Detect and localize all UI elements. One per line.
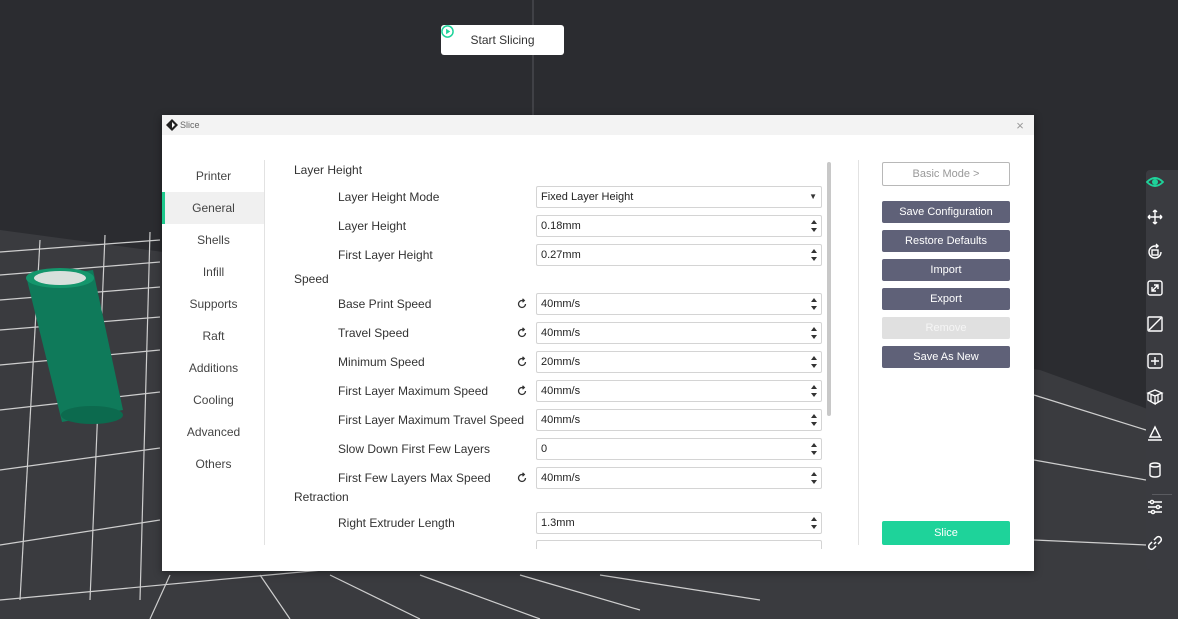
spinner-arrows-icon[interactable]	[811, 516, 817, 530]
nav-item-printer[interactable]: Printer	[162, 160, 265, 192]
reset-icon[interactable]	[516, 327, 528, 339]
base-print-speed-input[interactable]: 40mm/s	[536, 293, 822, 315]
first-layer-height-label: First Layer Height	[338, 248, 433, 262]
lay-flat-icon[interactable]	[1146, 425, 1178, 453]
eye-icon[interactable]	[1146, 173, 1178, 201]
nav-item-shells[interactable]: Shells	[162, 224, 265, 256]
layer-height-value: 0.18mm	[541, 220, 581, 232]
travel-speed-label: Travel Speed	[338, 326, 409, 340]
nav-item-infill[interactable]: Infill	[162, 256, 265, 288]
move-icon[interactable]	[1146, 208, 1178, 236]
right-toolbar	[1146, 170, 1178, 570]
reset-icon[interactable]	[516, 472, 528, 484]
spinner-arrows-icon[interactable]	[811, 413, 817, 427]
nav-divider	[264, 160, 265, 545]
spinner-arrows-icon[interactable]	[811, 471, 817, 485]
minimum-speed-value: 20mm/s	[541, 356, 581, 368]
chevron-down-icon: ▼	[809, 192, 817, 201]
nav-item-cooling[interactable]: Cooling	[162, 384, 265, 416]
play-icon	[441, 25, 454, 38]
restore-defaults-button[interactable]: Restore Defaults	[882, 230, 1010, 252]
first-few-layers-max-speed-value: 40mm/s	[541, 472, 581, 484]
remove-button[interactable]: Remove	[882, 317, 1010, 339]
first-layer-maximum-speed-value: 40mm/s	[541, 385, 581, 397]
app-logo-icon	[166, 119, 178, 131]
travel-speed-value: 40mm/s	[541, 327, 581, 339]
nav-item-general[interactable]: General	[162, 192, 265, 224]
first-few-layers-max-speed-label: First Few Layers Max Speed	[338, 471, 491, 485]
next-setting-input[interactable]	[536, 540, 822, 549]
export-button[interactable]: Export	[882, 288, 1010, 310]
spinner-arrows-icon[interactable]	[811, 297, 817, 311]
nav-item-advanced[interactable]: Advanced	[162, 416, 265, 448]
travel-speed-input[interactable]: 40mm/s	[536, 322, 822, 344]
settings-list: Layer Height Layer Height Mode Fixed Layer…	[294, 159, 824, 549]
add-icon[interactable]	[1146, 352, 1178, 380]
spinner-arrows-icon[interactable]	[811, 326, 817, 340]
slow-down-first-few-layers-label: Slow Down First Few Layers	[338, 442, 491, 456]
dialog-titlebar: Slice ×	[162, 115, 1034, 135]
spinner-arrows-icon[interactable]	[811, 442, 817, 456]
settings-sliders-icon[interactable]	[1146, 498, 1178, 526]
layer-height-mode-label: Layer Height Mode	[338, 190, 440, 204]
import-button[interactable]: Import	[882, 259, 1010, 281]
layer-height-mode-value: Fixed Layer Height	[541, 191, 634, 203]
base-print-speed-label: Base Print Speed	[338, 297, 432, 311]
minimum-speed-input[interactable]: 20mm/s	[536, 351, 822, 373]
reset-icon[interactable]	[516, 298, 528, 310]
section-title-speed: Speed	[294, 272, 329, 286]
mirror-icon[interactable]	[1146, 315, 1178, 343]
start-slicing-label: Start Slicing	[470, 33, 535, 47]
cylinder-icon[interactable]	[1146, 461, 1178, 489]
spinner-arrows-icon[interactable]	[811, 219, 817, 233]
right-extruder-length-label: Right Extruder Length	[338, 516, 455, 530]
first-layer-height-value: 0.27mm	[541, 249, 581, 261]
minimum-speed-label: Minimum Speed	[338, 355, 425, 369]
first-layer-maximum-travel-speed-value: 40mm/s	[541, 414, 581, 426]
slow-down-first-few-layers-value: 0	[541, 443, 548, 455]
start-slicing-button[interactable]: Start Slicing	[441, 25, 564, 55]
nav-item-additions[interactable]: Additions	[162, 352, 265, 384]
spinner-arrows-icon[interactable]	[811, 384, 817, 398]
save-configuration-button[interactable]: Save Configuration	[882, 201, 1010, 223]
nav-item-raft[interactable]: Raft	[162, 320, 265, 352]
right-extruder-length-input[interactable]: 1.3mm	[536, 512, 822, 534]
dialog-title: Slice	[180, 120, 200, 130]
basic-mode-button[interactable]: Basic Mode >	[882, 162, 1010, 186]
first-layer-maximum-speed-label: First Layer Maximum Speed	[338, 384, 489, 398]
reset-icon[interactable]	[516, 356, 528, 368]
first-few-layers-max-speed-input[interactable]: 40mm/s	[536, 467, 822, 489]
spinner-arrows-icon[interactable]	[811, 355, 817, 369]
first-layer-height-input[interactable]: 0.27mm	[536, 244, 822, 266]
scale-icon[interactable]	[1146, 279, 1178, 307]
settings-scrollbar[interactable]	[827, 162, 831, 416]
close-icon[interactable]: ×	[1012, 117, 1028, 133]
spinner-arrows-icon[interactable]	[811, 248, 817, 262]
nav-item-others[interactable]: Others	[162, 448, 265, 480]
slice-button[interactable]: Slice	[882, 521, 1010, 545]
settings-nav: Printer General Shells Infill Supports Raft Ad…	[162, 160, 265, 480]
save-as-new-button[interactable]: Save As New	[882, 346, 1010, 368]
layer-height-input[interactable]: 0.18mm	[536, 215, 822, 237]
section-title-layer-height: Layer Height	[294, 163, 363, 177]
nav-item-supports[interactable]: Supports	[162, 288, 265, 320]
slice-dialog: Slice × Printer General Shells Infill Suppor…	[162, 115, 1034, 571]
actions-divider	[858, 160, 859, 545]
right-extruder-length-value: 1.3mm	[541, 517, 575, 529]
layer-height-mode-select[interactable]: Fixed Layer Height ▼	[536, 186, 822, 208]
layer-height-label: Layer Height	[338, 219, 407, 233]
first-layer-maximum-travel-speed-input[interactable]: 40mm/s	[536, 409, 822, 431]
first-layer-maximum-speed-input[interactable]: 40mm/s	[536, 380, 822, 402]
rotate-icon[interactable]	[1146, 243, 1178, 271]
section-title-retraction: Retraction	[294, 490, 349, 504]
reset-icon[interactable]	[516, 385, 528, 397]
first-layer-maximum-travel-speed-label: First Layer Maximum Travel Speed	[338, 413, 525, 427]
support-icon[interactable]	[1146, 388, 1178, 416]
base-print-speed-value: 40mm/s	[541, 298, 581, 310]
link-icon[interactable]	[1146, 534, 1178, 562]
slow-down-first-few-layers-input[interactable]: 0	[536, 438, 822, 460]
